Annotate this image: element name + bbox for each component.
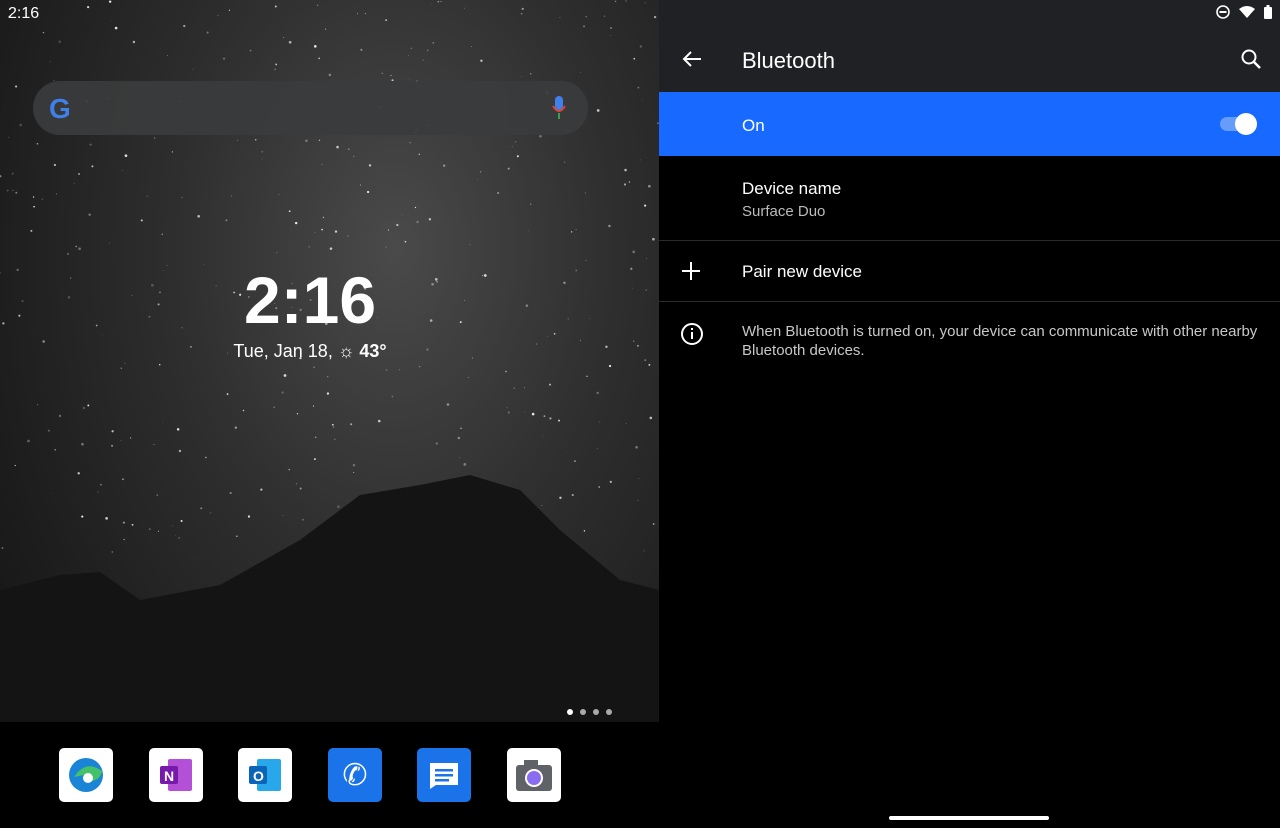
bluetooth-toggle-row[interactable]: On — [659, 92, 1280, 156]
svg-text:N: N — [164, 768, 174, 784]
edge-icon[interactable] — [59, 748, 113, 802]
device-name-value: Surface Duo — [742, 203, 826, 220]
device-name-row[interactable]: Device name Surface Duo — [659, 156, 1280, 240]
status-time: 2:16 — [8, 5, 40, 22]
gesture-nav-bar[interactable] — [889, 816, 1049, 820]
do-not-disturb-icon — [1216, 5, 1230, 19]
plus-icon — [682, 262, 700, 280]
camera-icon[interactable] — [507, 748, 561, 802]
back-arrow-icon[interactable] — [681, 48, 703, 70]
messages-icon[interactable] — [417, 748, 471, 802]
pair-new-device-label: Pair new device — [742, 262, 863, 281]
page-indicator — [567, 709, 612, 715]
date-text: Tue, Jan 18, — [233, 341, 333, 361]
svg-text:4: 4 — [1249, 13, 1253, 19]
sun-icon: ☼ — [337, 341, 360, 361]
date-weather[interactable]: Tue, Jan 18, ☼ 43° — [0, 341, 620, 362]
mic-icon[interactable] — [552, 96, 566, 120]
wifi-icon: 4 — [1239, 6, 1255, 19]
google-search-bar[interactable]: G — [33, 81, 588, 135]
search-icon[interactable] — [1240, 48, 1262, 70]
toggle-label: On — [742, 116, 765, 135]
outlook-icon[interactable]: O — [238, 748, 292, 802]
phone-icon[interactable]: ✆ — [328, 748, 382, 802]
app-bar: 4 Bluetooth — [659, 0, 1280, 92]
bluetooth-toggle-switch[interactable] — [1220, 112, 1258, 136]
page-title: Bluetooth — [742, 48, 835, 73]
home-screen: 2:16 G 2:16 Tue, Jan 18, ☼ 43° N O ✆ — [0, 0, 659, 828]
info-text: When Bluetooth is turned on, your device… — [742, 323, 1258, 359]
google-logo: G — [49, 93, 71, 124]
device-name-label: Device name — [742, 179, 842, 198]
info-icon — [681, 323, 703, 345]
clock-widget[interactable]: 2:16 — [0, 262, 620, 338]
svg-text:O: O — [253, 768, 264, 784]
status-icons: 4 — [1216, 5, 1272, 19]
onenote-icon[interactable]: N — [149, 748, 203, 802]
bluetooth-settings: 4 Bluetooth On Device name Surface Duo P… — [659, 0, 1280, 828]
battery-icon — [1264, 5, 1272, 19]
temperature: 43° — [359, 341, 387, 361]
pair-new-device-row[interactable]: Pair new device — [659, 241, 1280, 301]
